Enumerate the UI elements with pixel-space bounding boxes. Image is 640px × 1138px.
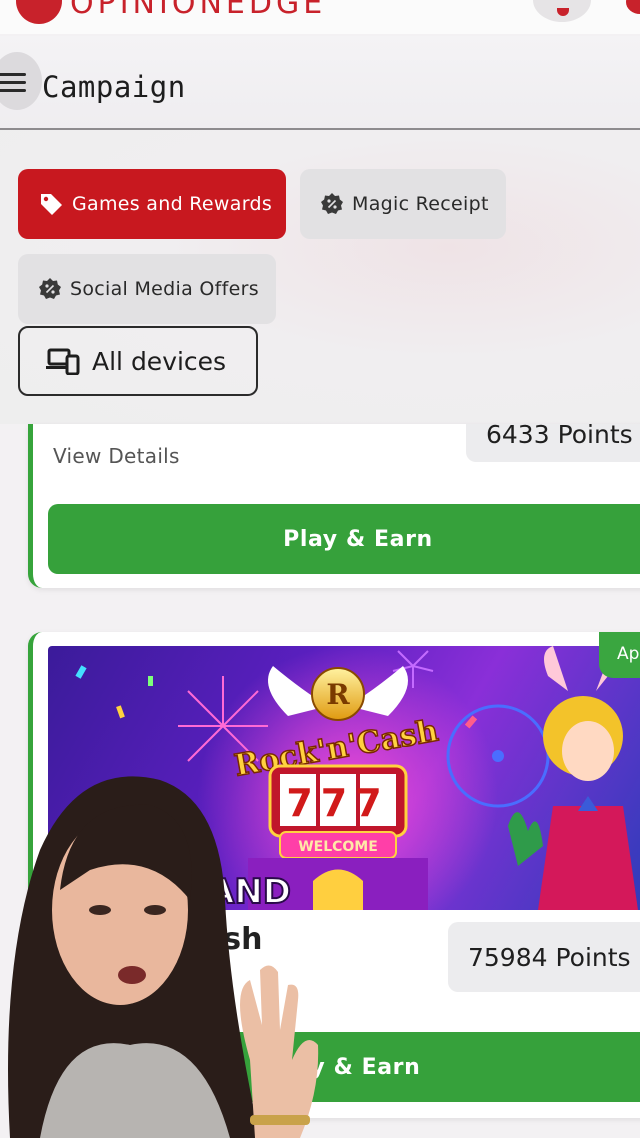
bell-icon (557, 8, 569, 16)
brand-bar: OPINIONEDGE (0, 0, 640, 34)
notification-bell-button[interactable] (533, 0, 591, 22)
devices-icon (46, 347, 80, 375)
filter-panel: Games and Rewards Magic Receipt Social M… (0, 130, 640, 424)
filter-chip-social-media-offers[interactable]: Social Media Offers (18, 254, 276, 324)
filter-chip-magic-receipt[interactable]: Magic Receipt (300, 169, 506, 239)
welcome-sign: WELCOME (298, 839, 378, 855)
view-details-link[interactable]: View Details (53, 444, 180, 468)
price-tag-icon (38, 191, 64, 217)
offer-card: 6433 Points View Details Play & Earn (28, 424, 640, 588)
offer-title: Cash (181, 922, 263, 957)
banner-tagline: AND (208, 872, 291, 910)
filter-chip-games-and-rewards[interactable]: Games and Rewards (18, 169, 286, 239)
points-badge: 75984 Points (448, 922, 640, 992)
points-badge: 6433 Points (466, 424, 640, 462)
filter-chip-label: Magic Receipt (352, 193, 489, 215)
filter-chip-label: Games and Rewards (72, 193, 273, 215)
menu-button[interactable] (0, 52, 42, 110)
page-header: Campaign (0, 36, 640, 130)
play-and-earn-button[interactable]: Play & Earn (48, 504, 640, 574)
filter-chip-label: Social Media Offers (70, 278, 259, 300)
percent-badge-icon (38, 277, 62, 301)
app-badge: Ap (599, 632, 640, 678)
all-devices-button[interactable]: All devices (18, 326, 258, 396)
offer-card: R Rock'n'Cash 777 WELCOME AND Ap Cash 75… (28, 632, 640, 1118)
hamburger-menu-icon (0, 73, 26, 92)
slot-reels: 777 (286, 781, 389, 825)
brand-name: OPINIONEDGE (70, 0, 327, 21)
page-title: Campaign (42, 70, 186, 104)
play-and-earn-button[interactable]: ay & Earn (48, 1032, 640, 1102)
percent-badge-icon (320, 192, 344, 216)
game-banner-image[interactable]: R Rock'n'Cash 777 WELCOME AND (48, 646, 640, 910)
game-logo-letter: R (326, 678, 350, 711)
profile-avatar[interactable] (626, 0, 640, 14)
brand-logo (16, 0, 62, 24)
all-devices-label: All devices (92, 346, 227, 376)
